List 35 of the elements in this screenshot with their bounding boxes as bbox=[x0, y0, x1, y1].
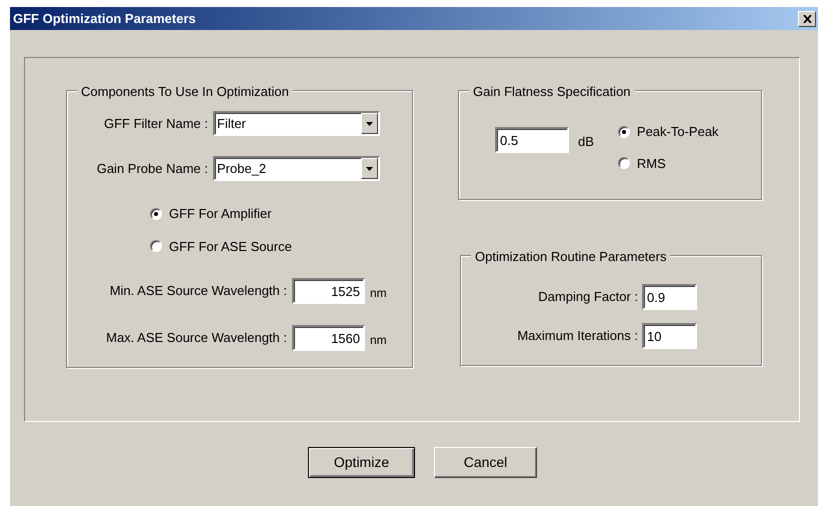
input-field[interactable]: 0.5 bbox=[495, 127, 569, 153]
radio-button[interactable] bbox=[618, 157, 630, 170]
input-field[interactable]: 10 bbox=[642, 323, 697, 349]
close-icon bbox=[802, 14, 812, 22]
dropdown[interactable]: Probe_2 bbox=[213, 156, 380, 181]
radio-button[interactable] bbox=[150, 208, 162, 220]
window-title: GFF Optimization Parameters bbox=[13, 10, 196, 28]
close-button[interactable] bbox=[798, 10, 816, 26]
field-label: Maximum Iterations : bbox=[516, 327, 638, 346]
radio-label[interactable]: RMS bbox=[636, 154, 666, 173]
unit-label: nm bbox=[370, 285, 387, 302]
radio-button[interactable] bbox=[150, 240, 162, 252]
radio-button[interactable] bbox=[618, 126, 630, 138]
unit-label: dB bbox=[578, 133, 594, 151]
field-label: GFF Filter Name : bbox=[102, 114, 208, 133]
dropdown-value: Probe_2 bbox=[216, 160, 266, 178]
field-label: Damping Factor : bbox=[537, 288, 638, 306]
dropdown-button[interactable] bbox=[361, 158, 378, 179]
radio-label[interactable]: GFF For ASE Source bbox=[169, 236, 292, 256]
field-label: Min. ASE Source Wavelength : bbox=[108, 282, 287, 300]
radio-label[interactable]: GFF For Amplifier bbox=[169, 204, 272, 224]
unit-label: nm bbox=[370, 332, 387, 349]
caret-icon bbox=[366, 122, 373, 126]
dialog-button[interactable]: Optimize bbox=[308, 447, 415, 478]
radio-label[interactable]: Peak-To-Peak bbox=[636, 122, 719, 142]
field-label: Gain Probe Name : bbox=[96, 160, 208, 178]
input-field[interactable]: 1525 bbox=[292, 278, 365, 304]
input-field[interactable]: 1560 bbox=[292, 325, 365, 351]
dropdown-value: Filter bbox=[216, 114, 246, 133]
dropdown-button[interactable] bbox=[361, 113, 378, 134]
dropdown[interactable]: Filter bbox=[213, 111, 380, 136]
caret-icon bbox=[366, 166, 373, 170]
dialog-button[interactable]: Cancel bbox=[434, 447, 537, 478]
input-field[interactable]: 0.9 bbox=[642, 284, 697, 310]
field-label: Max. ASE Source Wavelength : bbox=[105, 329, 287, 348]
